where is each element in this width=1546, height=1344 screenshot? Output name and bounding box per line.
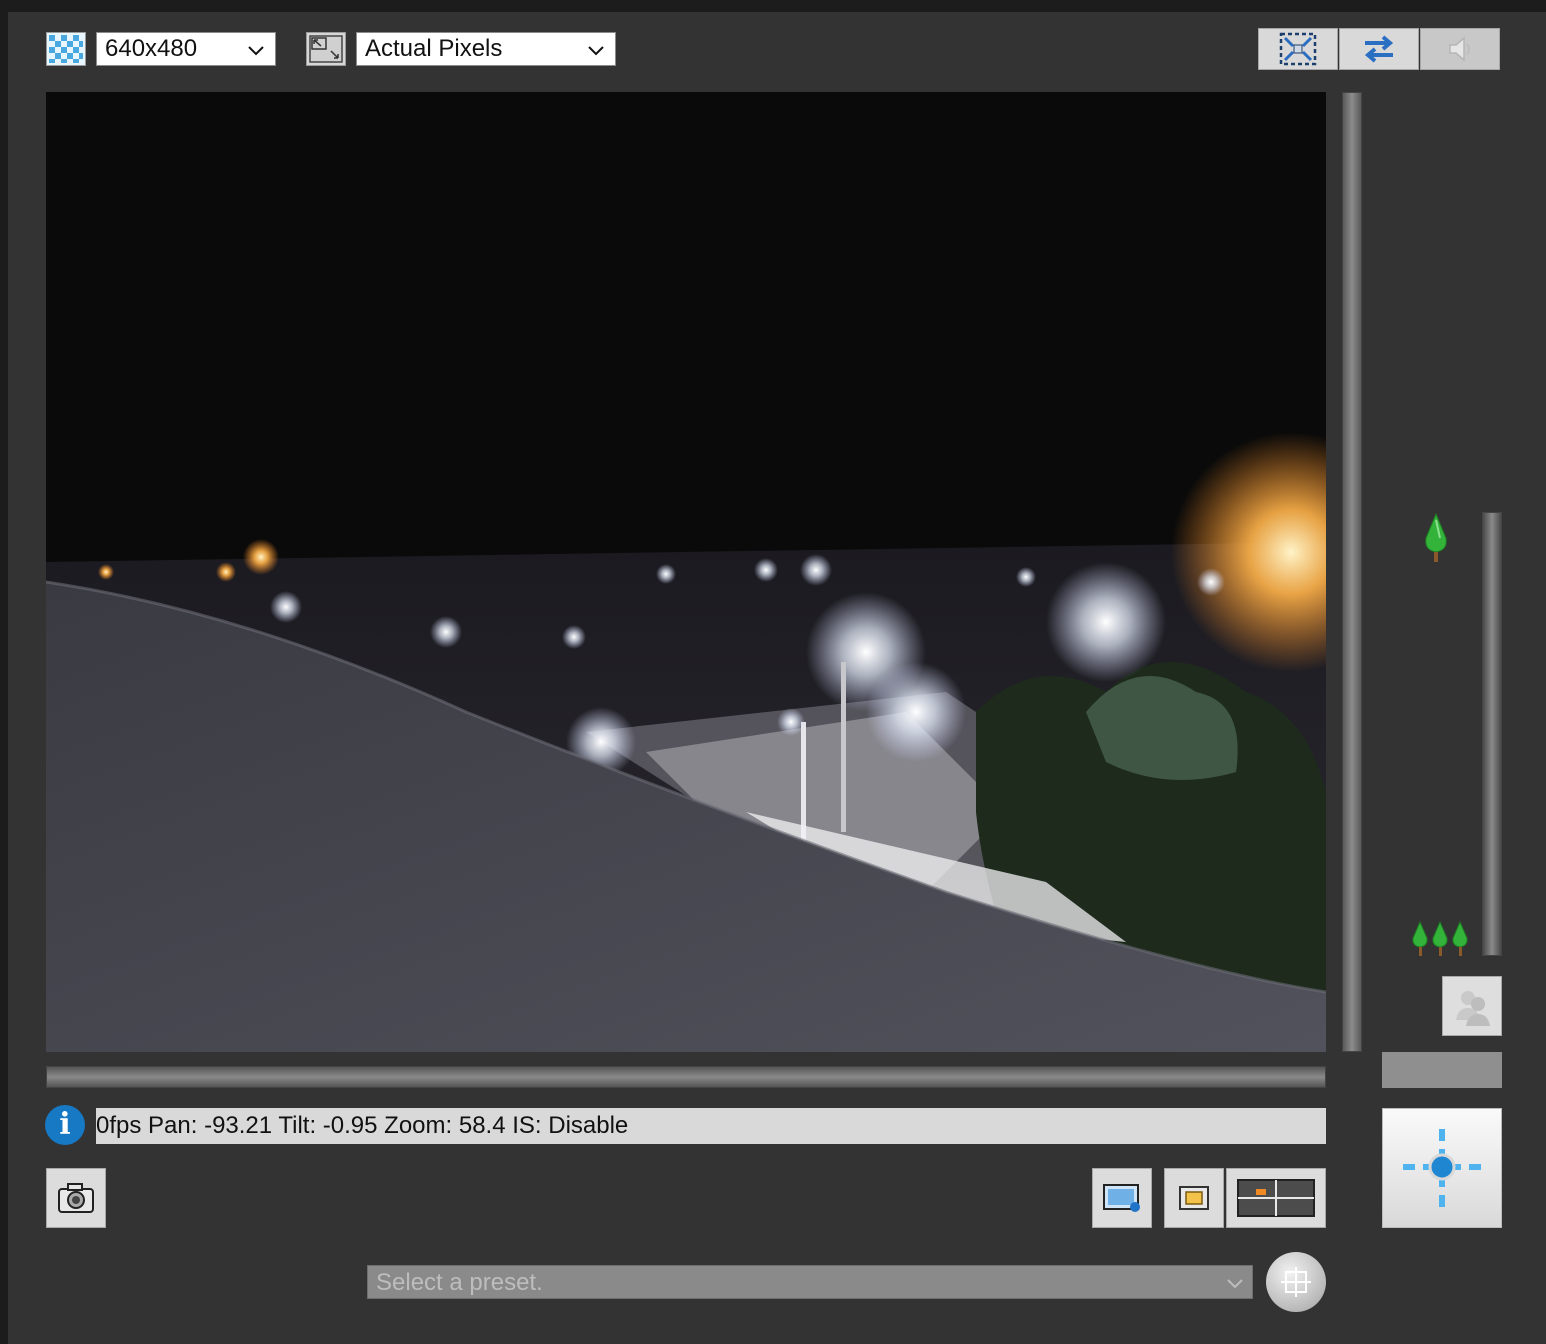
chevron-down-icon bbox=[588, 46, 604, 56]
status-bar: 0fps Pan: -93.21 Tilt: -0.95 Zoom: 58.4 … bbox=[96, 1108, 1326, 1144]
pan-tilt-pad[interactable] bbox=[1382, 1108, 1502, 1228]
split-view-icon bbox=[1237, 1179, 1315, 1217]
resolution-value: 640x480 bbox=[105, 35, 198, 62]
preset-select[interactable]: Select a preset. bbox=[367, 1265, 1253, 1299]
preset-go-button[interactable] bbox=[1266, 1252, 1326, 1312]
night-city-image bbox=[46, 92, 1326, 1052]
snapshot-button[interactable] bbox=[46, 1168, 106, 1228]
zoom-slider[interactable] bbox=[1482, 512, 1502, 956]
horizontal-scrollbar[interactable] bbox=[46, 1066, 1326, 1088]
info-icon: i bbox=[45, 1105, 85, 1145]
direction-pad-icon bbox=[1403, 1129, 1481, 1207]
users-icon bbox=[1456, 991, 1490, 1026]
monitor-icon bbox=[1103, 1184, 1140, 1212]
preset-placeholder: Select a preset. bbox=[376, 1269, 543, 1296]
view-mode-split-button[interactable] bbox=[1226, 1168, 1326, 1228]
control-status-bar bbox=[1382, 1052, 1502, 1088]
swap-button[interactable] bbox=[1339, 28, 1419, 70]
fullscreen-icon bbox=[1279, 32, 1317, 66]
swap-arrows-icon bbox=[1364, 35, 1394, 63]
resolution-select[interactable]: 640x480 bbox=[96, 32, 276, 66]
checker-grid-icon bbox=[46, 32, 86, 66]
zoom-wide-icon bbox=[1410, 920, 1470, 963]
camera-icon bbox=[58, 1183, 94, 1213]
view-mode-frame-button[interactable] bbox=[1164, 1168, 1224, 1228]
chevron-down-icon bbox=[1227, 1279, 1243, 1289]
user-control-button[interactable] bbox=[1442, 976, 1502, 1036]
view-size-select[interactable]: Actual Pixels bbox=[356, 32, 616, 66]
chevron-down-icon bbox=[248, 46, 264, 56]
speaker-icon bbox=[1449, 36, 1470, 62]
audio-button[interactable] bbox=[1420, 28, 1500, 70]
frame-icon bbox=[1179, 1186, 1209, 1210]
camera-video-feed[interactable] bbox=[46, 92, 1326, 1052]
resize-window-icon bbox=[306, 32, 346, 66]
vertical-scrollbar[interactable] bbox=[1342, 92, 1362, 1052]
view-mode-screen-button[interactable] bbox=[1092, 1168, 1152, 1228]
fullscreen-button[interactable] bbox=[1258, 28, 1338, 70]
crosshair-icon bbox=[1281, 1267, 1311, 1297]
view-size-value: Actual Pixels bbox=[365, 35, 503, 62]
zoom-tele-icon bbox=[1422, 512, 1450, 571]
